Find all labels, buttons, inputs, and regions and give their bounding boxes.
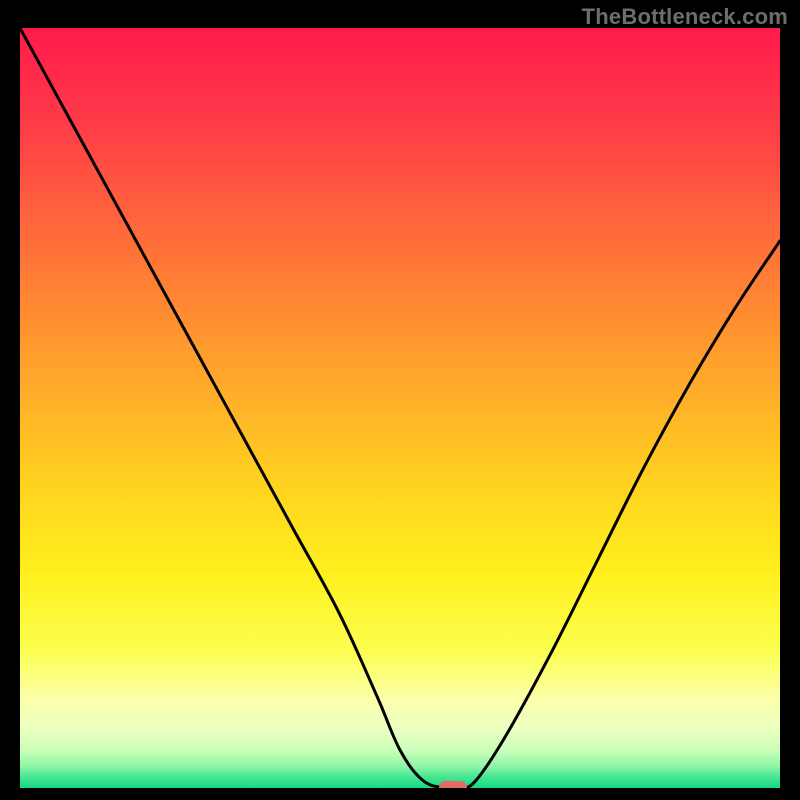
curve-svg	[20, 28, 780, 788]
chart-frame: TheBottleneck.com	[0, 0, 800, 800]
watermark-text: TheBottleneck.com	[582, 4, 788, 30]
plot-area	[20, 28, 780, 788]
minimum-marker	[439, 781, 467, 788]
bottleneck-curve-path	[20, 28, 780, 788]
